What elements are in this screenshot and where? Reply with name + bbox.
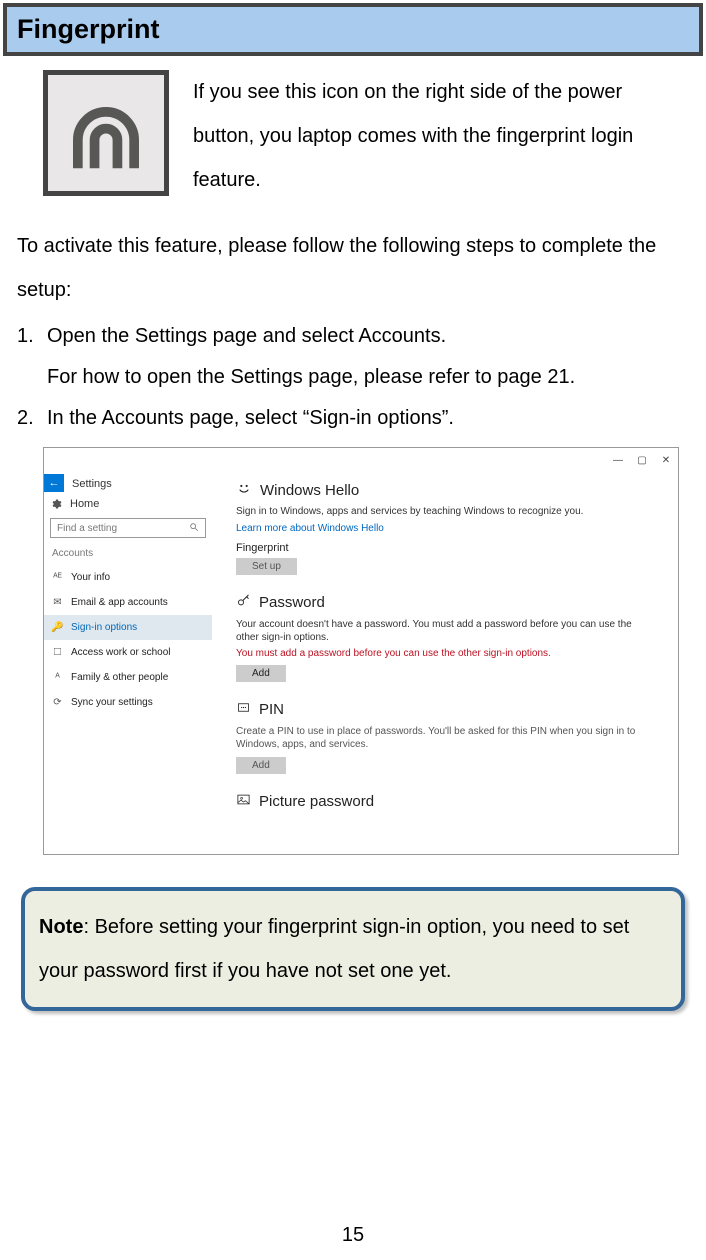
hello-fp-label: Fingerprint xyxy=(236,542,654,554)
sidebar-item-your-info[interactable]: ᴬᴱ Your info xyxy=(44,565,212,590)
picture-title: Picture password xyxy=(259,793,374,810)
search-placeholder: Find a setting xyxy=(57,523,117,534)
intro-text: If you see this icon on the right side o… xyxy=(193,70,663,202)
gear-icon xyxy=(50,498,62,510)
sidebar-item-label: Family & other people xyxy=(71,672,168,683)
back-button[interactable]: ← xyxy=(44,474,64,492)
user-icon: ᴬᴱ xyxy=(52,572,63,583)
sidebar-search[interactable]: Find a setting xyxy=(50,518,206,538)
hello-title: Windows Hello xyxy=(260,482,359,499)
hello-icon xyxy=(236,480,252,500)
sidebar-item-label: Email & app accounts xyxy=(71,597,168,608)
password-desc: Your account doesn't have a password. Yo… xyxy=(236,618,654,644)
section-title: Fingerprint xyxy=(17,14,160,44)
hello-heading: Windows Hello xyxy=(236,480,654,500)
search-icon xyxy=(189,522,199,535)
intro-row: If you see this icon on the right side o… xyxy=(3,56,703,202)
pin-icon xyxy=(236,700,251,719)
hello-setup-button[interactable]: Set up xyxy=(236,558,297,575)
note-label: Note xyxy=(39,916,83,938)
pin-add-button[interactable]: Add xyxy=(236,757,286,774)
window-titlebar: — ▢ ✕ xyxy=(44,448,678,472)
settings-screenshot: — ▢ ✕ ← Settings Home Find a setting Acc… xyxy=(43,447,679,855)
step-line: Open the Settings page and select Accoun… xyxy=(47,316,689,357)
sidebar-home-label: Home xyxy=(70,498,99,510)
sidebar-item-email[interactable]: ✉ Email & app accounts xyxy=(44,590,212,615)
sidebar-item-label: Access work or school xyxy=(71,647,170,658)
sidebar-item-label: Sync your settings xyxy=(71,697,153,708)
sidebar-item-sync[interactable]: ⟳ Sync your settings xyxy=(44,690,212,715)
fingerprint-icon xyxy=(62,89,150,177)
step-number: 1. xyxy=(17,316,47,398)
note-box: Note: Before setting your fingerprint si… xyxy=(21,887,685,1011)
briefcase-icon: 🞎 xyxy=(52,647,63,658)
password-add-button[interactable]: Add xyxy=(236,665,286,682)
step-line: In the Accounts page, select “Sign-in op… xyxy=(47,398,689,439)
pin-desc: Create a PIN to use in place of password… xyxy=(236,725,654,751)
note-body: : Before setting your fingerprint sign-i… xyxy=(39,916,629,982)
sidebar-item-work[interactable]: 🞎 Access work or school xyxy=(44,640,212,665)
sidebar-home[interactable]: Home xyxy=(44,494,212,516)
sidebar-item-label: Your info xyxy=(71,572,110,583)
sidebar-item-family[interactable]: ᴬ Family & other people xyxy=(44,665,212,690)
step-2: 2. In the Accounts page, select “Sign-in… xyxy=(17,398,689,439)
setup-intro: To activate this feature, please follow … xyxy=(3,202,703,312)
sidebar-item-label: Sign-in options xyxy=(71,622,137,633)
minimize-icon[interactable]: — xyxy=(612,454,624,466)
key-icon: 🔑 xyxy=(52,622,63,633)
mail-icon: ✉ xyxy=(52,597,63,608)
close-icon[interactable]: ✕ xyxy=(660,454,672,466)
sync-icon: ⟳ xyxy=(52,697,63,708)
step-body: In the Accounts page, select “Sign-in op… xyxy=(47,398,689,439)
fingerprint-icon-box xyxy=(43,70,169,196)
settings-body: ← Settings Home Find a setting Accounts … xyxy=(44,472,678,854)
pin-title: PIN xyxy=(259,701,284,718)
page-number: 15 xyxy=(3,1224,703,1247)
settings-main: Windows Hello Sign in to Windows, apps a… xyxy=(212,472,678,854)
picture-icon xyxy=(236,792,251,811)
key-icon xyxy=(236,593,251,612)
section-header: Fingerprint xyxy=(3,3,703,56)
settings-label: Settings xyxy=(64,478,122,490)
picture-heading: Picture password xyxy=(236,792,654,811)
step-line: For how to open the Settings page, pleas… xyxy=(47,357,689,398)
step-number: 2. xyxy=(17,398,47,439)
password-heading: Password xyxy=(236,593,654,612)
maximize-icon[interactable]: ▢ xyxy=(636,454,648,466)
password-warning: You must add a password before you can u… xyxy=(236,648,654,659)
sidebar-item-signin[interactable]: 🔑 Sign-in options xyxy=(44,615,212,640)
steps-list: 1. Open the Settings page and select Acc… xyxy=(3,312,703,439)
sidebar-group: Accounts xyxy=(44,546,212,565)
hello-link[interactable]: Learn more about Windows Hello xyxy=(236,523,654,534)
pin-heading: PIN xyxy=(236,700,654,719)
step-body: Open the Settings page and select Accoun… xyxy=(47,316,689,398)
settings-sidebar: ← Settings Home Find a setting Accounts … xyxy=(44,472,212,854)
password-title: Password xyxy=(259,594,325,611)
step-1: 1. Open the Settings page and select Acc… xyxy=(17,316,689,398)
hello-desc: Sign in to Windows, apps and services by… xyxy=(236,506,654,517)
people-icon: ᴬ xyxy=(52,672,63,683)
note-text: Note: Before setting your fingerprint si… xyxy=(39,905,667,993)
